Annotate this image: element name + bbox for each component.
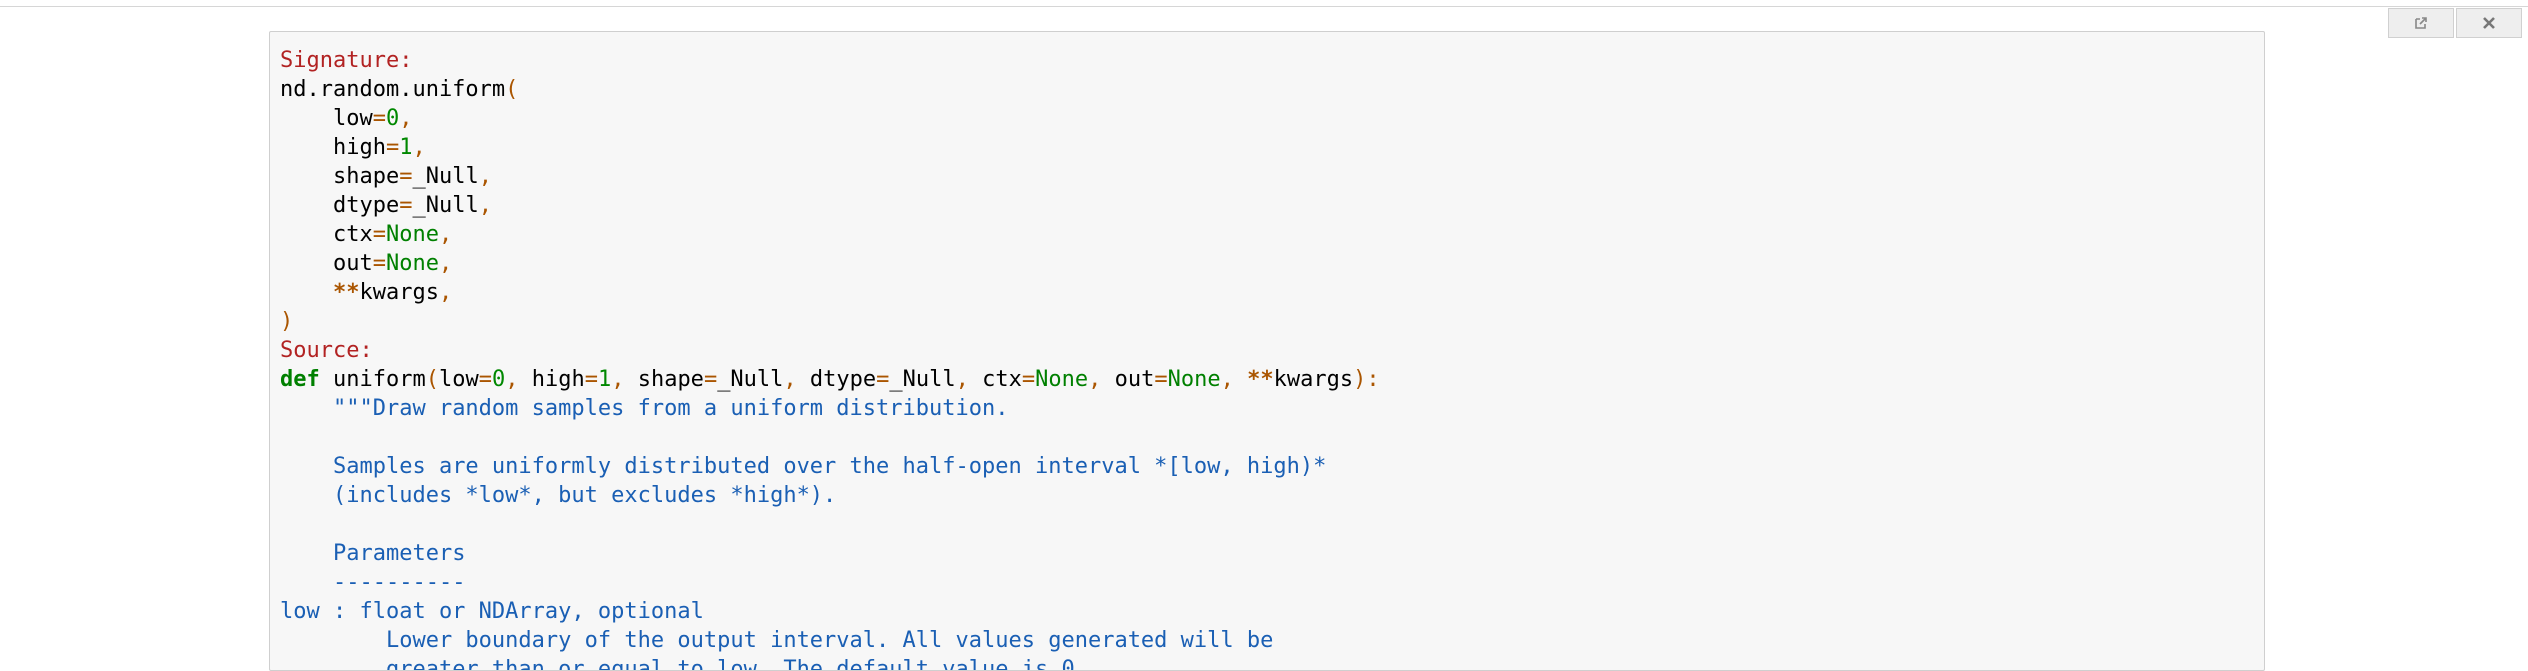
param-name: ctx	[332, 222, 373, 247]
signature-param-line: ctx=None,	[332, 222, 453, 247]
def-func-name: uniform	[333, 367, 426, 392]
def-param-value: None	[1167, 367, 1221, 392]
def-param-value: None	[1035, 367, 1089, 392]
kwargs-name: kwargs	[359, 280, 439, 305]
docstring-line: Parameters	[280, 539, 2264, 568]
docstring-line: """Draw random samples from a uniform di…	[280, 394, 2264, 423]
signature-param-line: shape=_Null,	[332, 164, 492, 189]
docstring-line	[280, 423, 2264, 452]
def-param-value: 1	[597, 367, 612, 392]
docstring-text: low : float or NDArray, optional	[280, 599, 704, 624]
kwargs-star: **	[332, 280, 360, 305]
def-param-name: low	[438, 367, 479, 392]
def-param-name: high	[531, 367, 585, 392]
docstring-line: Lower boundary of the output interval. A…	[280, 626, 2264, 655]
signature-func-line: nd.random.uniform(	[280, 75, 2264, 104]
docstring-text: ----------	[332, 570, 466, 595]
def-kwargs-name: kwargs	[1273, 367, 1354, 392]
def-param-name: out	[1114, 367, 1155, 392]
docstring-line: (includes *low*, but excludes *high*).	[280, 481, 2264, 510]
def-param-value: _Null	[717, 367, 784, 392]
param-value: None	[385, 251, 439, 276]
docstring-line: ----------	[280, 568, 2264, 597]
signature-header-line: Signature:	[280, 46, 2264, 75]
source-header: Source:	[280, 338, 373, 363]
close-icon	[2482, 16, 2496, 30]
docstring-text: Parameters	[332, 541, 466, 566]
pager-expand-button[interactable]	[2388, 8, 2454, 38]
docstring-text: Samples are uniformly distributed over t…	[332, 454, 1327, 479]
open-paren: (	[505, 77, 519, 102]
def-param-name: ctx	[982, 367, 1022, 392]
notebook-top-edge	[0, 0, 2528, 7]
signature-header: Signature:	[280, 48, 413, 73]
param-value: _Null	[412, 193, 479, 218]
external-link-icon	[2413, 15, 2429, 31]
param-name: low	[332, 106, 373, 131]
def-keyword: def	[280, 367, 320, 392]
close-paren: )	[280, 309, 294, 334]
signature-param-line: low=0,	[332, 106, 413, 131]
def-param-value: 0	[491, 367, 506, 392]
def-param-value: _Null	[889, 367, 956, 392]
docstring-line	[280, 510, 2264, 539]
signature-param-line: out=None,	[332, 251, 453, 276]
pager-button-group	[2388, 8, 2522, 38]
signature-close-line: )	[280, 307, 2264, 336]
param-value: 1	[399, 135, 413, 160]
docstring-text: greater than or equal to low. The defaul…	[332, 657, 1088, 671]
pager-panel[interactable]: Signature: nd.random.uniform( low=0, high…	[269, 31, 2265, 671]
param-name: high	[332, 135, 386, 160]
docstring-text: (includes *low*, but excludes *high*).	[332, 483, 837, 508]
param-name: dtype	[332, 193, 400, 218]
source-header-line: Source:	[280, 336, 2264, 365]
docstring-text: """Draw random samples from a uniform di…	[332, 396, 1009, 421]
param-name: out	[332, 251, 373, 276]
param-name: shape	[332, 164, 400, 189]
param-value: 0	[385, 106, 400, 131]
def-param-name: shape	[637, 367, 704, 392]
param-value: None	[385, 222, 439, 247]
docstring-line: greater than or equal to low. The defaul…	[280, 655, 2264, 671]
source-def-line: def uniform(low=0, high=1, shape=_Null, …	[280, 367, 1380, 392]
signature-func-name: nd.random.uniform	[280, 77, 506, 102]
docstring-text: Lower boundary of the output interval. A…	[332, 628, 1274, 653]
param-value: _Null	[412, 164, 479, 189]
def-kwargs-star: **	[1247, 367, 1274, 392]
signature-kwargs-line: **kwargs,	[332, 280, 453, 305]
docstring-line: Samples are uniformly distributed over t…	[280, 452, 2264, 481]
pager-close-button[interactable]	[2456, 8, 2522, 38]
signature-param-line: high=1,	[332, 135, 426, 160]
docstring-line: low : float or NDArray, optional	[280, 597, 2264, 626]
def-param-name: dtype	[809, 367, 877, 392]
signature-param-line: dtype=_Null,	[332, 193, 492, 218]
pager-content: Signature: nd.random.uniform( low=0, high…	[270, 32, 2264, 671]
